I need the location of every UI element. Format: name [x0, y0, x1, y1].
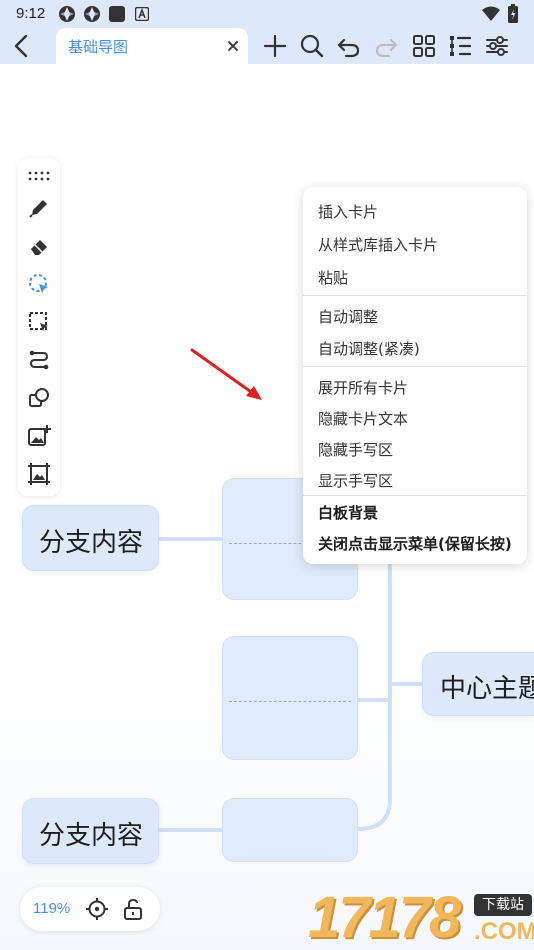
settings-button[interactable]: [483, 32, 511, 60]
branch-node-bottom[interactable]: 分支内容: [22, 798, 159, 864]
status-bar: 9:12: [0, 0, 534, 28]
menu-divider: [303, 495, 527, 496]
image-frame-icon[interactable]: [27, 462, 51, 486]
settings-icon: [483, 32, 511, 60]
center-topic-label: 中心主题: [440, 674, 534, 704]
zoom-control: 119%: [20, 887, 160, 931]
annotation-arrow-icon: [190, 348, 262, 400]
outline-icon: [446, 32, 474, 60]
search-button[interactable]: [298, 32, 326, 60]
outline-button[interactable]: [446, 32, 474, 60]
card-divider: [229, 701, 351, 702]
menu-item-hide-handwriting[interactable]: 隐藏手写区: [318, 439, 393, 460]
tab-title: 基础导图: [68, 38, 129, 56]
a-icon: [135, 7, 149, 21]
add-icon: [261, 32, 289, 60]
app-icon-2: [83, 5, 101, 23]
menu-divider: [303, 295, 527, 296]
lasso-select-icon[interactable]: [27, 272, 51, 296]
context-menu: 插入卡片 从样式库插入卡片 粘贴 自动调整 自动调整(紧凑) 展开所有卡片 隐藏…: [303, 187, 527, 564]
area-select-icon[interactable]: [27, 310, 51, 334]
shapes-icon[interactable]: [27, 386, 51, 410]
square-icon: [108, 5, 126, 23]
undo-icon: [335, 32, 363, 60]
grid-icon: [410, 32, 438, 60]
center-topic-node[interactable]: 中心主题: [422, 652, 534, 716]
menu-item-paste[interactable]: 粘贴: [318, 267, 348, 288]
watermark-digits: 17178: [308, 885, 461, 950]
menu-item-whiteboard-background[interactable]: 白板背景: [318, 502, 378, 523]
card-2[interactable]: [222, 636, 358, 760]
watermark-logo: 17178 下载站 .COM: [308, 888, 534, 950]
menu-item-hide-card-text[interactable]: 隐藏卡片文本: [318, 408, 408, 429]
menu-item-insert-from-library[interactable]: 从样式库插入卡片: [318, 234, 438, 255]
watermark-badge: 下载站: [474, 894, 532, 916]
redo-button[interactable]: [372, 32, 400, 60]
drag-handle-icon[interactable]: [27, 164, 51, 188]
redo-icon: [372, 32, 400, 60]
menu-item-show-handwriting[interactable]: 显示手写区: [318, 470, 393, 491]
connector-icon[interactable]: [27, 348, 51, 372]
add-button[interactable]: [261, 32, 289, 60]
battery-icon: [507, 4, 519, 24]
back-button[interactable]: [8, 32, 36, 60]
menu-item-disable-tap-menu[interactable]: 关闭点击显示菜单(保留长按): [318, 533, 512, 554]
search-icon: [298, 32, 326, 60]
unlock-icon[interactable]: [121, 897, 145, 921]
locate-center-icon[interactable]: [85, 897, 109, 921]
undo-button[interactable]: [335, 32, 363, 60]
pen-icon[interactable]: [27, 196, 51, 220]
tool-panel: [18, 158, 60, 496]
wifi-icon: [481, 5, 501, 23]
top-toolbar: 基础导图: [0, 28, 534, 64]
menu-item-auto-adjust[interactable]: 自动调整: [318, 306, 378, 327]
branch-node-top[interactable]: 分支内容: [22, 505, 159, 571]
insert-image-icon[interactable]: [27, 424, 51, 448]
zoom-level[interactable]: 119%: [33, 900, 70, 917]
close-icon[interactable]: [224, 37, 242, 55]
menu-item-auto-adjust-compact[interactable]: 自动调整(紧凑): [318, 338, 420, 359]
menu-divider: [303, 366, 527, 367]
branch-node-label: 分支内容: [39, 821, 144, 851]
menu-item-expand-all-cards[interactable]: 展开所有卡片: [318, 377, 408, 398]
branch-node-label: 分支内容: [39, 528, 144, 558]
app-icon-1: [58, 5, 76, 23]
layout-grid-button[interactable]: [410, 32, 438, 60]
tab-document[interactable]: 基础导图: [56, 28, 248, 64]
watermark-suffix: .COM: [474, 918, 534, 945]
eraser-icon[interactable]: [27, 234, 51, 258]
status-time: 9:12: [16, 5, 46, 22]
card-3[interactable]: [222, 798, 358, 862]
menu-item-insert-card[interactable]: 插入卡片: [318, 201, 378, 222]
